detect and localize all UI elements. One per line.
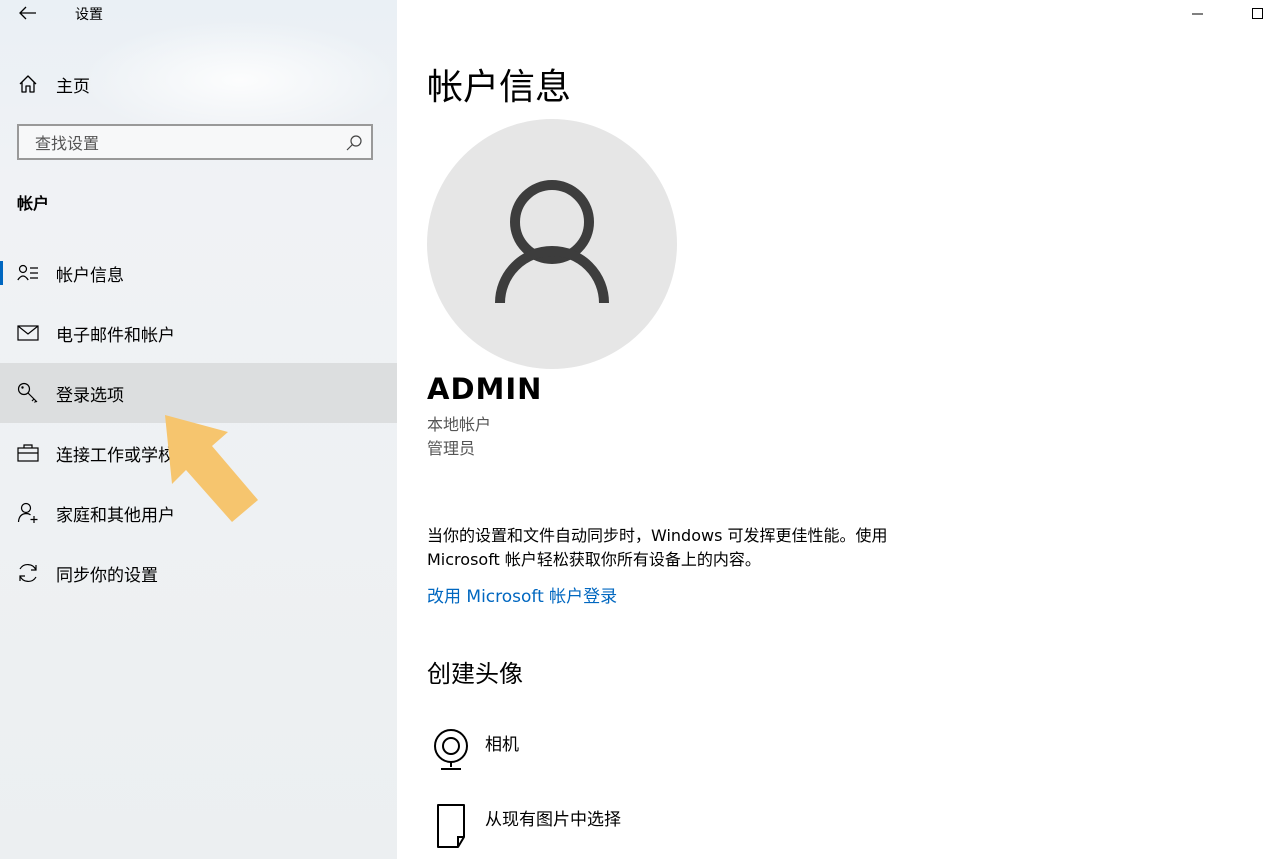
maximize-button[interactable] <box>1228 0 1288 28</box>
option-label: 从现有图片中选择 <box>485 810 621 830</box>
minimize-icon <box>1192 13 1203 15</box>
sidebar-item-label: 电子邮件和帐户 <box>56 325 175 346</box>
sidebar-item-email-accounts[interactable]: 电子邮件和帐户 <box>0 303 397 363</box>
person-add-icon <box>0 502 56 524</box>
account-info-icon <box>0 264 56 282</box>
avatar <box>427 119 677 369</box>
briefcase-icon <box>0 444 56 462</box>
window-controls <box>1168 0 1288 30</box>
sidebar-item-home[interactable]: 主页 <box>0 64 397 104</box>
section-title: 帐户 <box>17 194 50 213</box>
create-avatar-heading: 创建头像 <box>427 660 523 688</box>
account-type: 本地帐户 <box>427 415 492 434</box>
option-label: 相机 <box>485 735 519 755</box>
webcam-icon <box>427 728 475 772</box>
description-line: Microsoft 帐户轻松获取你所有设备上的内容。 <box>427 550 761 569</box>
sidebar-item-label: 登录选项 <box>56 385 124 406</box>
maximize-icon <box>1252 8 1263 19</box>
home-label: 主页 <box>56 76 90 97</box>
pointer-arrow-icon <box>150 400 270 534</box>
sidebar-item-label: 同步你的设置 <box>56 565 158 586</box>
window-title: 设置 <box>75 7 103 23</box>
sidebar-item-sync-settings[interactable]: 同步你的设置 <box>0 543 397 603</box>
microsoft-account-link[interactable]: 改用 Microsoft 帐户登录 <box>427 582 617 607</box>
mail-icon <box>0 325 56 341</box>
search-box[interactable] <box>17 124 373 160</box>
sidebar: 设置 主页 帐户 帐户信息 <box>0 0 397 859</box>
sidebar-item-account-info[interactable]: 帐户信息 <box>0 243 397 303</box>
minimize-button[interactable] <box>1168 0 1228 28</box>
sidebar-item-label: 帐户信息 <box>56 265 124 286</box>
sync-description: 当你的设置和文件自动同步时，Windows 可发挥更佳性能。使用 Microso… <box>427 524 947 572</box>
search-input[interactable] <box>33 126 337 160</box>
key-icon <box>0 382 56 404</box>
browse-picture-option[interactable]: 从现有图片中选择 <box>427 803 621 849</box>
search-icon[interactable] <box>345 134 363 156</box>
browse-file-icon <box>427 803 475 849</box>
back-button[interactable] <box>14 2 42 24</box>
back-arrow-icon <box>19 6 36 20</box>
user-avatar-icon <box>495 180 609 304</box>
description-line: 当你的设置和文件自动同步时，Windows 可发挥更佳性能。使用 <box>427 526 888 545</box>
user-role: 管理员 <box>427 439 476 458</box>
page-title: 帐户信息 <box>427 67 572 108</box>
home-icon <box>0 74 56 94</box>
sync-icon <box>0 562 56 584</box>
camera-option[interactable]: 相机 <box>427 728 519 772</box>
user-name: ADMIN <box>427 372 543 406</box>
